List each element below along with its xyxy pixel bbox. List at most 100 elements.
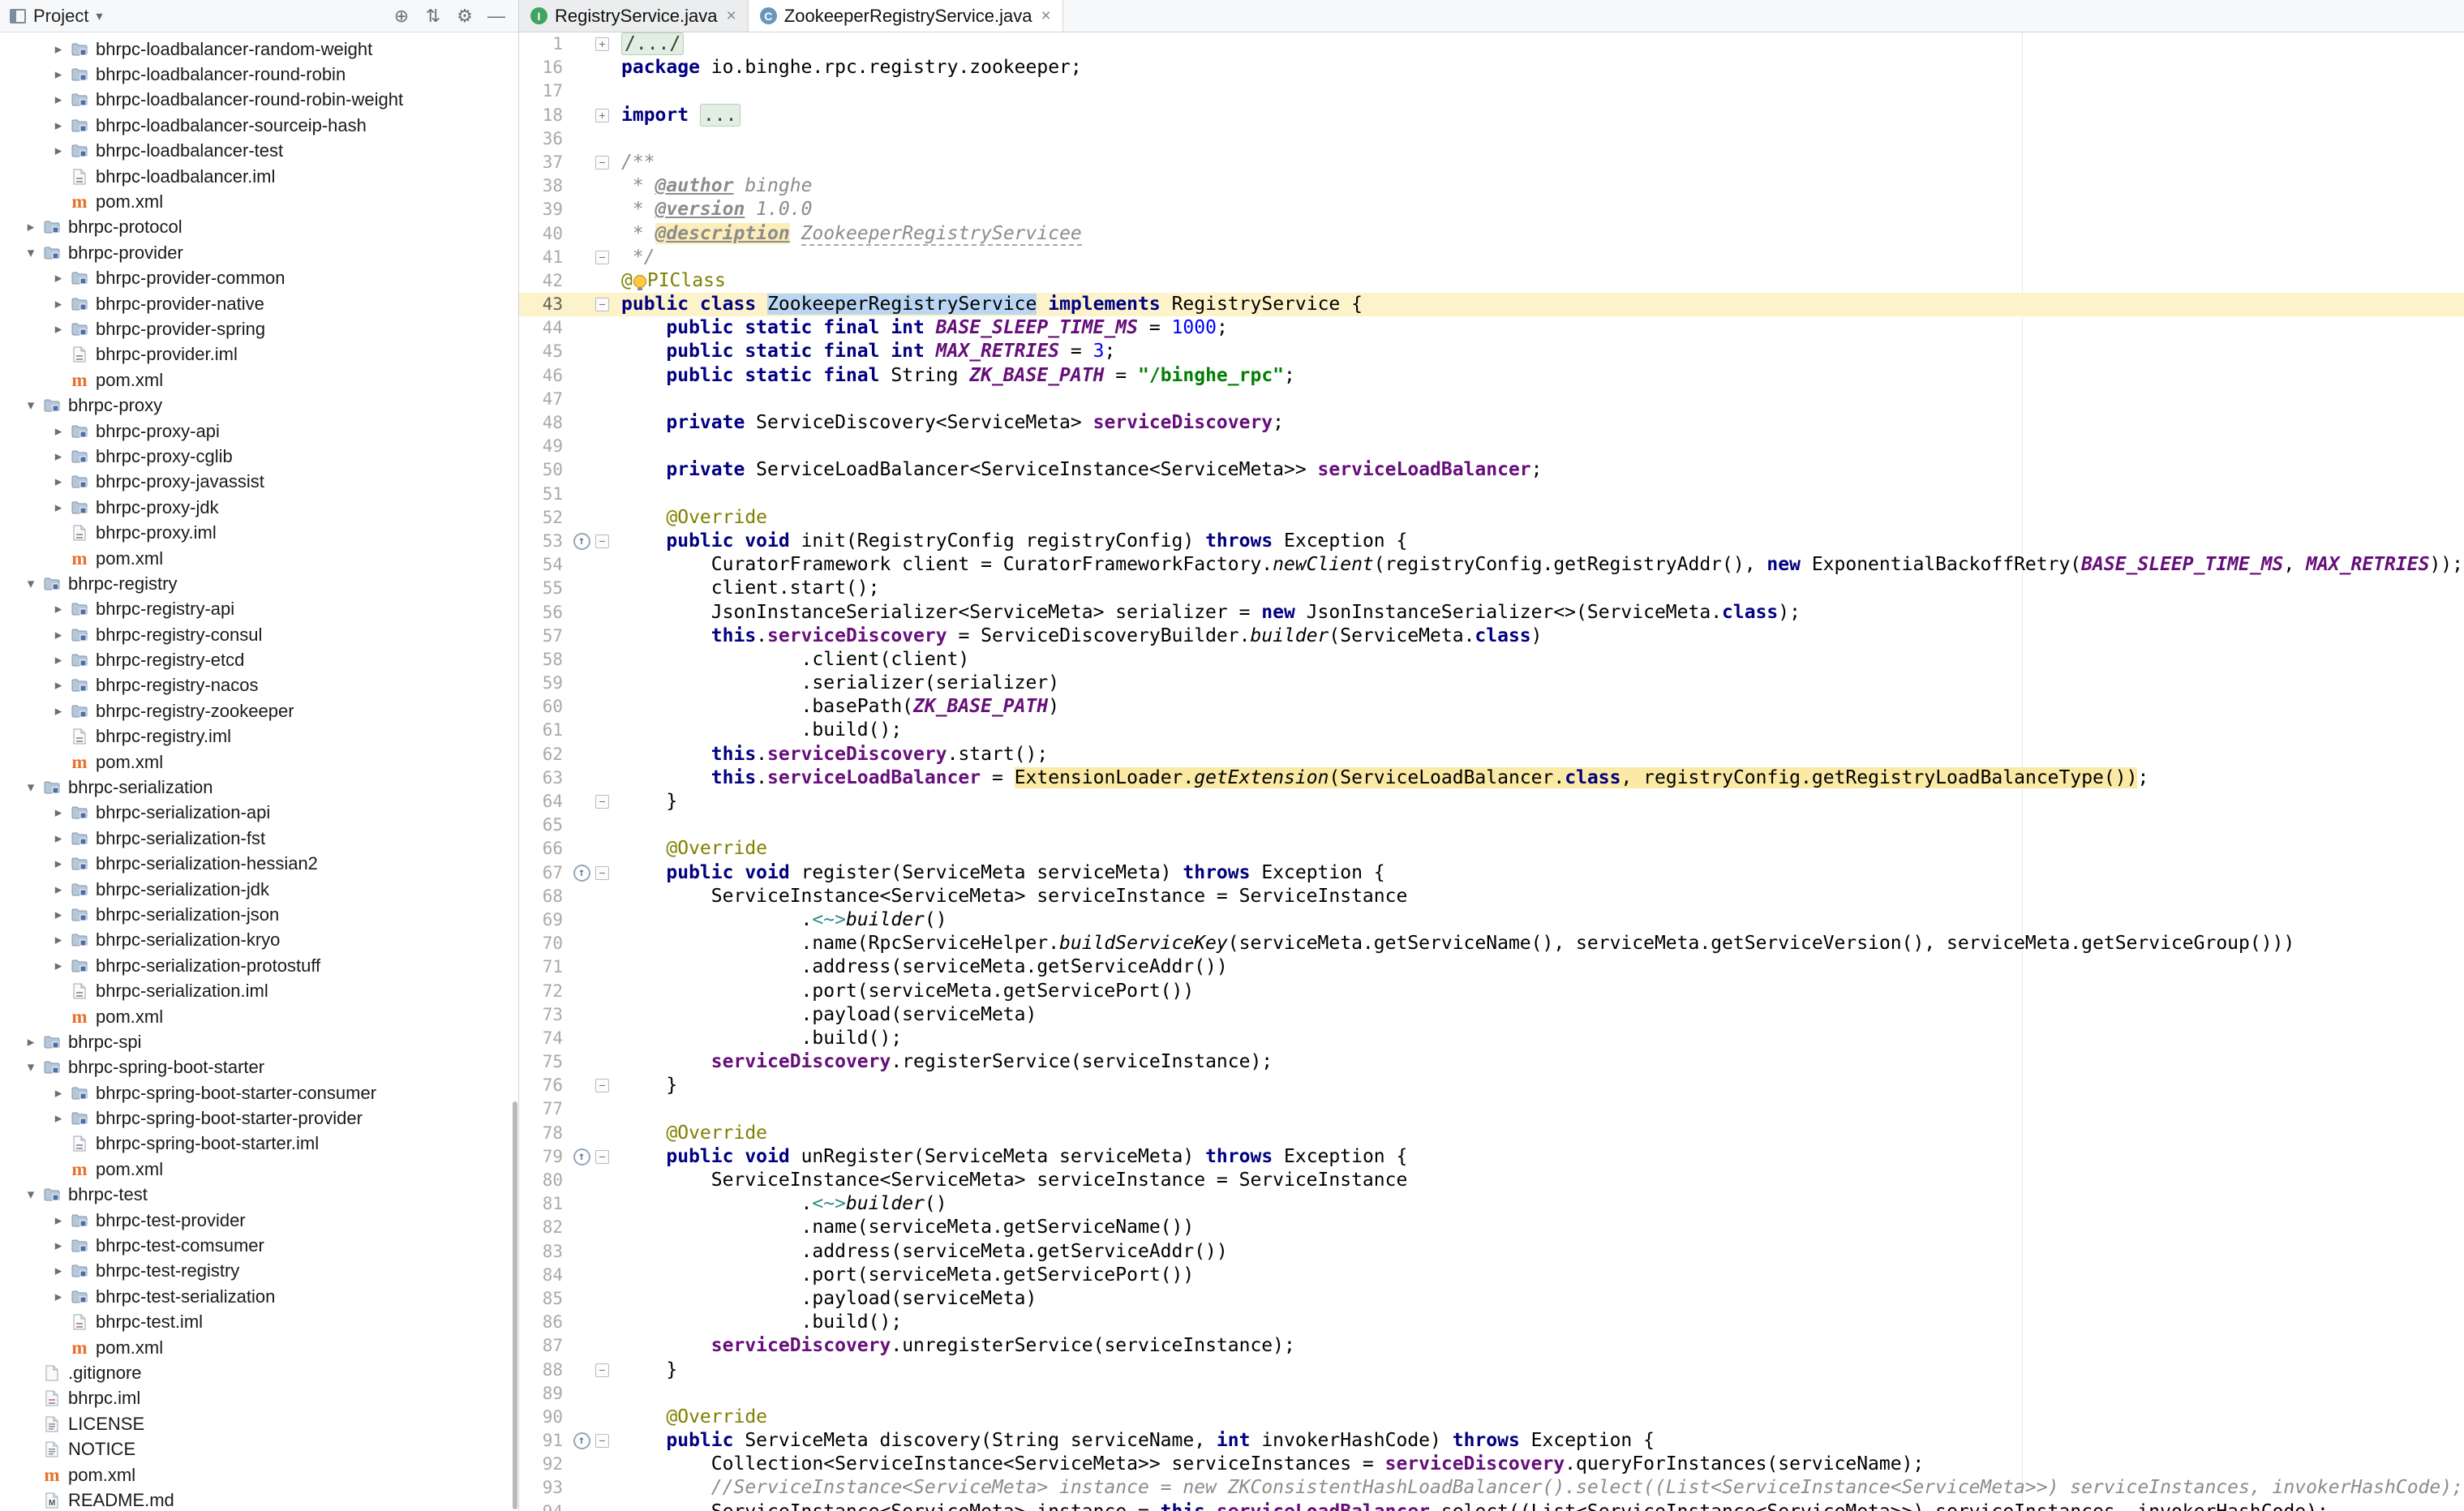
code-text[interactable]: ServiceInstance<ServiceMeta> serviceInst…: [621, 885, 1407, 908]
tree-item[interactable]: ▸bhrpc-provider-spring: [0, 316, 518, 341]
code-line[interactable]: 45 public static final int MAX_RETRIES =…: [519, 340, 2464, 363]
code-text[interactable]: public class ZookeeperRegistryService im…: [621, 293, 1363, 316]
tree-item[interactable]: ▸bhrpc-proxy-jdk: [0, 495, 518, 520]
code-line[interactable]: 87 serviceDiscovery.unregisterService(se…: [519, 1334, 2464, 1358]
line-number[interactable]: 92: [519, 1453, 568, 1476]
line-number[interactable]: 48: [519, 411, 568, 435]
chevron-collapsed-icon[interactable]: ▸: [47, 652, 70, 668]
tree-item[interactable]: ▸bhrpc-proxy-cglib: [0, 444, 518, 469]
hide-panel-icon[interactable]: —: [484, 6, 509, 27]
code-line[interactable]: 58 .client(client): [519, 648, 2464, 672]
tree-item[interactable]: ▾bhrpc-test: [0, 1183, 518, 1208]
tree-item[interactable]: ▾bhrpc-serialization: [0, 775, 518, 800]
fold-expand-icon[interactable]: +: [595, 109, 609, 122]
code-line[interactable]: 67↑− public void register(ServiceMeta se…: [519, 861, 2464, 885]
code-line[interactable]: 44 public static final int BASE_SLEEP_TI…: [519, 316, 2464, 340]
chevron-collapsed-icon[interactable]: ▸: [47, 805, 70, 821]
line-number[interactable]: 36: [519, 127, 568, 151]
tree-item[interactable]: ▸bhrpc-registry-etcd: [0, 647, 518, 672]
code-line[interactable]: 54 CuratorFramework client = CuratorFram…: [519, 553, 2464, 577]
tree-item[interactable]: ▸bhrpc-test-provider: [0, 1208, 518, 1233]
line-number[interactable]: 44: [519, 316, 568, 340]
code-text[interactable]: public static final int BASE_SLEEP_TIME_…: [621, 316, 1228, 340]
line-number[interactable]: 53: [519, 530, 568, 553]
tree-item[interactable]: mpom.xml: [0, 1004, 518, 1029]
editor-tab[interactable]: IRegistryService.java×: [519, 0, 749, 32]
line-number[interactable]: 78: [519, 1122, 568, 1145]
line-number[interactable]: 39: [519, 198, 568, 221]
chevron-collapsed-icon[interactable]: ▸: [47, 831, 70, 847]
line-number[interactable]: 59: [519, 672, 568, 695]
override-method-icon[interactable]: ↑: [573, 1432, 590, 1449]
line-number[interactable]: 38: [519, 174, 568, 198]
chevron-collapsed-icon[interactable]: ▸: [47, 1289, 70, 1305]
code-line[interactable]: 56 JsonInstanceSerializer<ServiceMeta> s…: [519, 601, 2464, 625]
line-number[interactable]: 67: [519, 861, 568, 885]
chevron-collapsed-icon[interactable]: ▸: [47, 1110, 70, 1127]
line-number[interactable]: 77: [519, 1097, 568, 1121]
code-text[interactable]: client.start();: [621, 577, 880, 600]
code-text[interactable]: .name(RpcServiceHelper.buildServiceKey(s…: [621, 932, 2294, 955]
code-line[interactable]: 42@PIClass: [519, 269, 2464, 293]
line-number[interactable]: 74: [519, 1027, 568, 1050]
locate-file-icon[interactable]: ⊕: [389, 6, 414, 27]
tree-item[interactable]: mpom.xml: [0, 367, 518, 393]
code-text[interactable]: private ServiceLoadBalancer<ServiceInsta…: [621, 458, 1543, 482]
code-text[interactable]: ServiceInstance<ServiceMeta> serviceInst…: [621, 1169, 1407, 1192]
code-line[interactable]: 62 this.serviceDiscovery.start();: [519, 743, 2464, 766]
chevron-expanded-icon[interactable]: ▾: [19, 245, 42, 261]
tree-item[interactable]: mpom.xml: [0, 1157, 518, 1182]
tree-item[interactable]: ▸bhrpc-spring-boot-starter-consumer: [0, 1080, 518, 1105]
tree-item[interactable]: ▸bhrpc-proxy-javassist: [0, 470, 518, 495]
editor-tab[interactable]: CZookeeperRegistryService.java×: [749, 0, 1063, 32]
code-line[interactable]: 40 * @description ZookeeperRegistryServi…: [519, 222, 2464, 246]
chevron-collapsed-icon[interactable]: ▸: [47, 118, 70, 134]
chevron-collapsed-icon[interactable]: ▸: [47, 67, 70, 83]
code-text[interactable]: .port(serviceMeta.getServicePort()): [621, 1264, 1194, 1287]
tree-item[interactable]: .gitignore: [0, 1360, 518, 1385]
line-number[interactable]: 94: [519, 1500, 568, 1511]
line-number[interactable]: 54: [519, 553, 568, 577]
chevron-down-icon[interactable]: ▾: [96, 8, 102, 24]
chevron-expanded-icon[interactable]: ▾: [19, 397, 42, 414]
code-line[interactable]: 55 client.start();: [519, 577, 2464, 600]
line-number[interactable]: 52: [519, 506, 568, 530]
chevron-collapsed-icon[interactable]: ▸: [47, 423, 70, 440]
code-text[interactable]: @Override: [621, 506, 767, 530]
code-text[interactable]: JsonInstanceSerializer<ServiceMeta> seri…: [621, 601, 1801, 625]
chevron-collapsed-icon[interactable]: ▸: [47, 703, 70, 719]
code-text[interactable]: //ServiceInstance<ServiceMeta> instance …: [621, 1476, 2463, 1500]
code-text[interactable]: CuratorFramework client = CuratorFramewo…: [621, 553, 2463, 577]
line-number[interactable]: 73: [519, 1003, 568, 1027]
tree-item[interactable]: ▸bhrpc-test-comsumer: [0, 1233, 518, 1258]
code-line[interactable]: 70 .name(RpcServiceHelper.buildServiceKe…: [519, 932, 2464, 955]
code-text[interactable]: .build();: [621, 719, 902, 742]
code-line[interactable]: 1+/.../: [519, 32, 2464, 56]
chevron-collapsed-icon[interactable]: ▸: [47, 92, 70, 108]
line-number[interactable]: 60: [519, 695, 568, 719]
code-text[interactable]: }: [621, 790, 677, 813]
tree-item[interactable]: ▾bhrpc-proxy: [0, 393, 518, 418]
code-line[interactable]: 43−public class ZookeeperRegistryService…: [519, 293, 2464, 316]
code-text[interactable]: /.../: [621, 32, 684, 56]
tree-item[interactable]: bhrpc-serialization.iml: [0, 978, 518, 1003]
tree-item[interactable]: ▾bhrpc-provider: [0, 240, 518, 265]
code-text[interactable]: package io.binghe.rpc.registry.zookeeper…: [621, 56, 1082, 79]
line-number[interactable]: 79: [519, 1145, 568, 1169]
chevron-collapsed-icon[interactable]: ▸: [47, 627, 70, 643]
line-number[interactable]: 87: [519, 1334, 568, 1358]
chevron-collapsed-icon[interactable]: ▸: [19, 1034, 42, 1050]
code-line[interactable]: 61 .build();: [519, 719, 2464, 742]
line-number[interactable]: 69: [519, 908, 568, 932]
code-line[interactable]: 80 ServiceInstance<ServiceMeta> serviceI…: [519, 1169, 2464, 1192]
code-line[interactable]: 76− }: [519, 1074, 2464, 1097]
code-text[interactable]: public ServiceMeta discovery(String serv…: [621, 1429, 1655, 1453]
fold-collapse-icon[interactable]: −: [595, 1434, 609, 1448]
code-line[interactable]: 18+import ...: [519, 104, 2464, 127]
code-text[interactable]: @PIClass: [621, 269, 726, 293]
tab-close-icon[interactable]: ×: [1041, 6, 1050, 26]
code-line[interactable]: 68 ServiceInstance<ServiceMeta> serviceI…: [519, 885, 2464, 908]
code-line[interactable]: 92 Collection<ServiceInstance<ServiceMet…: [519, 1453, 2464, 1476]
fold-collapse-icon[interactable]: −: [595, 866, 609, 880]
code-text[interactable]: @Override: [621, 1406, 767, 1429]
